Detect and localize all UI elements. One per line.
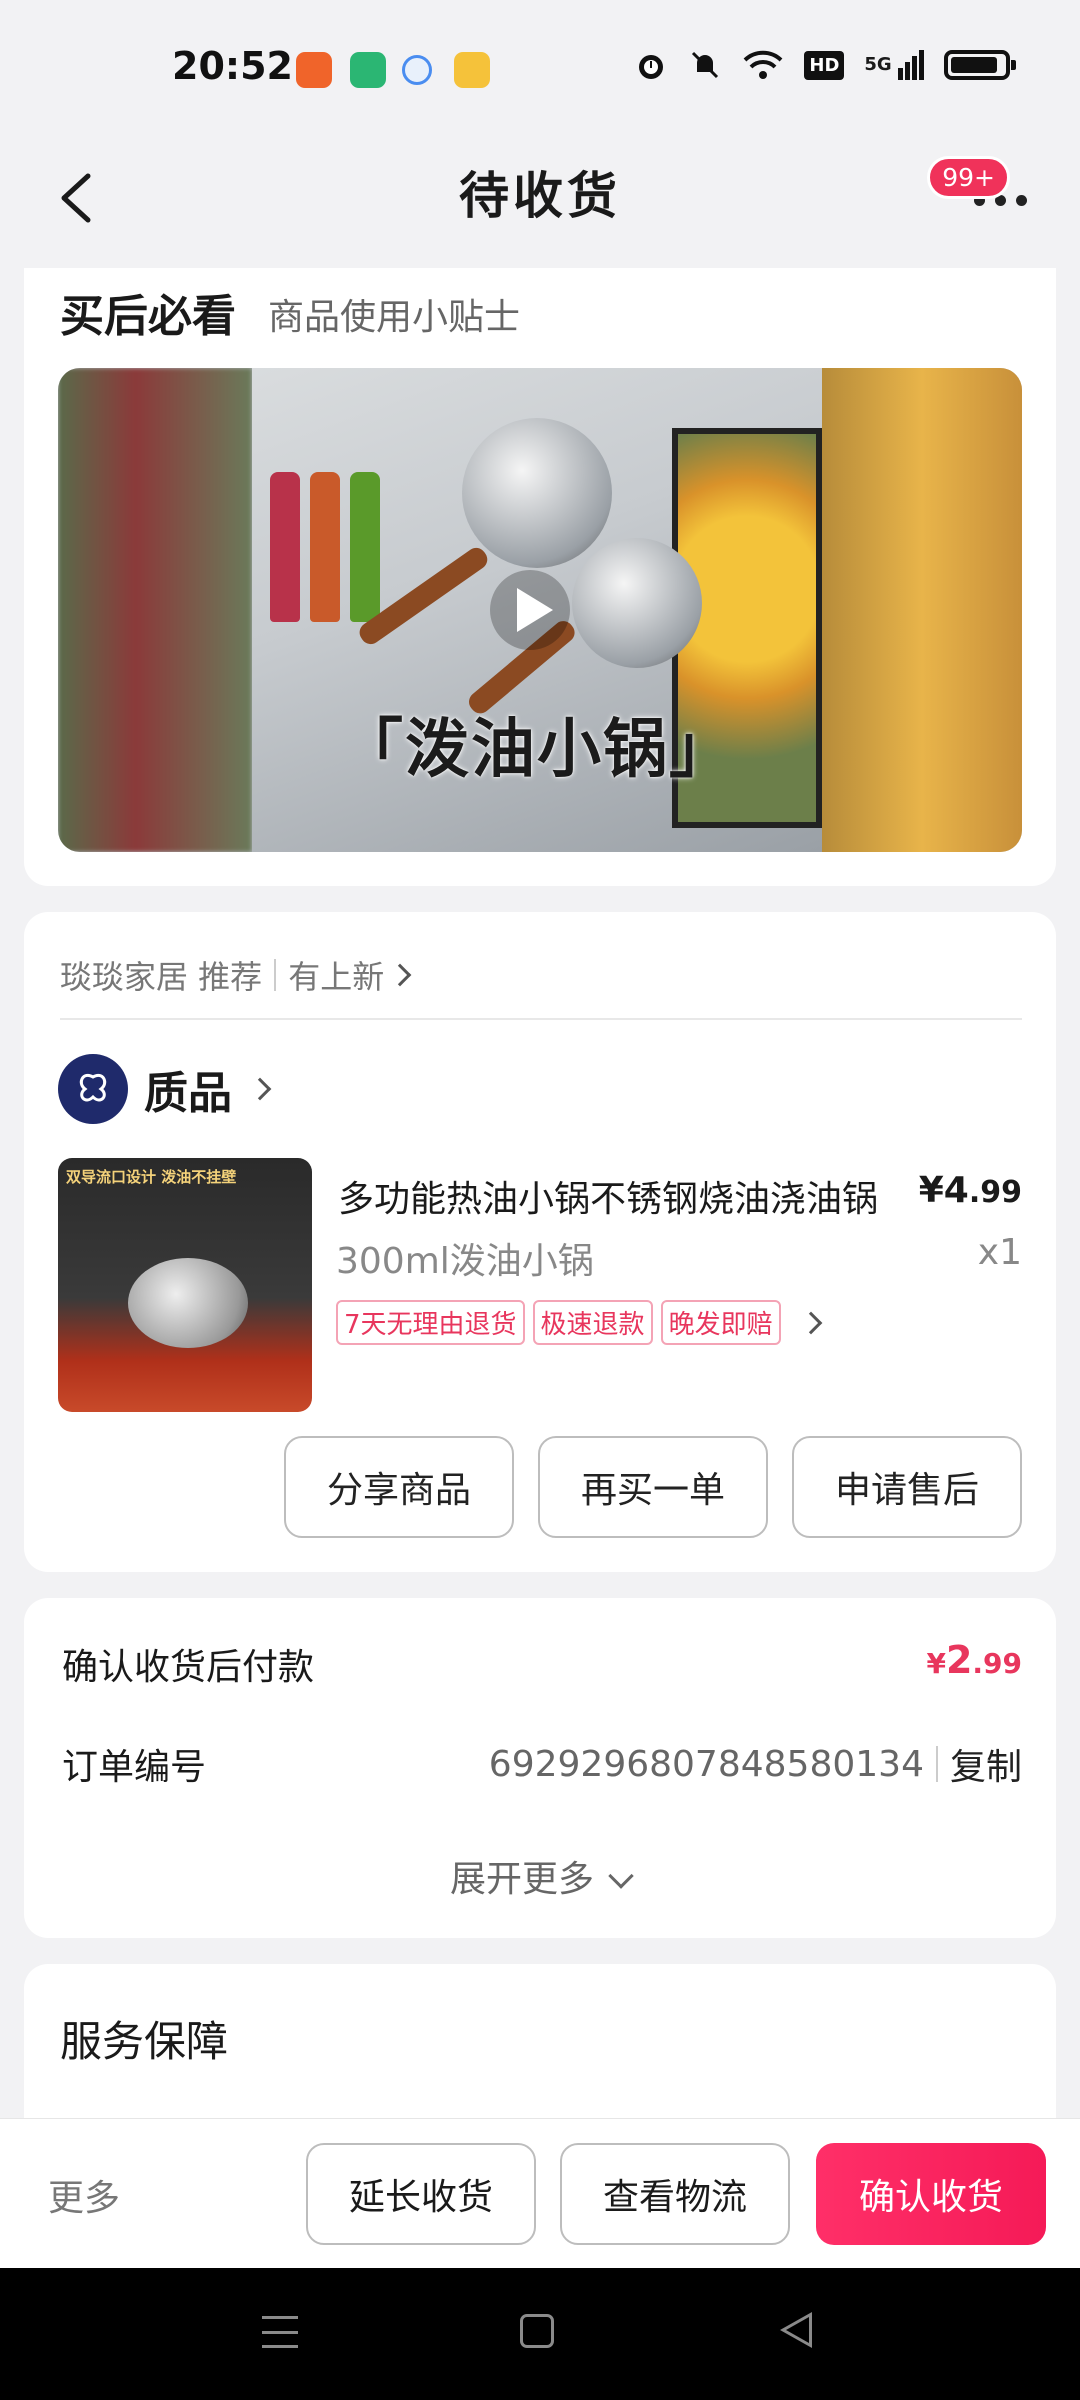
app-icon-orange: [296, 52, 332, 88]
app-icon-yellow: [454, 52, 490, 88]
signal-bars-icon: [898, 50, 924, 80]
divider: [60, 1018, 1022, 1020]
expand-more-button[interactable]: 展开更多: [24, 1850, 1056, 1902]
order-number: 6929296807848580134: [488, 1743, 924, 1785]
payment-amount: ¥2.99: [926, 1638, 1022, 1682]
tips-title: 买后必看: [60, 291, 236, 342]
product-price: ¥4.99: [919, 1170, 1022, 1211]
pot-image: [462, 418, 612, 568]
shop-name: 琰琰家居 推荐: [60, 958, 263, 996]
battery-icon: [944, 50, 1016, 80]
app-icon-search: [402, 55, 432, 85]
view-logistics-button[interactable]: 查看物流: [560, 2143, 790, 2245]
menu-line: [262, 2330, 298, 2334]
chevron-right-icon: [799, 1311, 822, 1334]
top-navigation: 待收货 99+: [0, 130, 1080, 260]
new-arrivals-link[interactable]: 有上新: [288, 952, 384, 998]
order-number-label: 订单编号: [62, 1747, 207, 1788]
tips-subtitle: 商品使用小贴士: [268, 297, 521, 338]
more-options-button[interactable]: 99+: [927, 156, 1040, 230]
more-link[interactable]: 更多: [48, 2169, 120, 2221]
product-card: 琰琰家居 推荐 有上新 质品 双导流口设计 泼油不挂壁 多功能热油小锅不锈钢烧油…: [24, 912, 1056, 1572]
status-icons: HD 5G: [634, 48, 1016, 82]
menu-line: [262, 2345, 298, 2348]
amount-integer: 2: [945, 1638, 973, 1682]
product-name[interactable]: 多功能热油小锅不锈钢烧油浇油锅: [338, 1170, 898, 1222]
wifi-icon: [744, 50, 783, 79]
amount-symbol: ¥: [926, 1647, 946, 1680]
brand-name: 质品: [144, 1068, 232, 1119]
order-number-row: 6929296807848580134 复制: [489, 1738, 1022, 1790]
payment-card: 确认收货后付款 ¥2.99 订单编号 6929296807848580134 复…: [24, 1598, 1056, 1938]
price-integer: 4: [943, 1170, 969, 1211]
extend-receipt-button[interactable]: 延长收货: [306, 2143, 536, 2245]
message-badge: 99+: [927, 156, 1010, 199]
hd-indicator: HD: [804, 50, 845, 80]
confirm-receipt-button[interactable]: 确认收货: [816, 2143, 1046, 2245]
status-bar: 20:52 HD 5G: [0, 0, 1080, 130]
divider: [935, 1746, 938, 1782]
share-product-button[interactable]: 分享商品: [284, 1436, 514, 1538]
price-symbol: ¥: [918, 1170, 944, 1211]
signal-label: 5G: [864, 54, 892, 75]
oil-bottle: [350, 472, 380, 622]
chevron-right-icon: [248, 1077, 272, 1101]
brand-logo-icon: [79, 1074, 107, 1102]
pot-image: [572, 538, 702, 668]
play-icon[interactable]: [490, 570, 570, 650]
system-navigation-bar: [0, 2268, 1080, 2400]
home-icon[interactable]: [520, 2314, 554, 2348]
video-blur-left: [58, 368, 252, 852]
menu-icon[interactable]: [262, 2316, 298, 2348]
mute-icon: [692, 51, 719, 79]
back-triangle-icon[interactable]: [780, 2312, 812, 2348]
usage-tips-card: 买后必看 商品使用小贴士 「泼油小锅」: [24, 268, 1056, 886]
buy-again-button[interactable]: 再买一单: [538, 1436, 768, 1538]
alarm-icon: [639, 55, 664, 79]
tag-refund: 极速退款: [532, 1300, 653, 1345]
video-caption: 「泼油小锅」: [339, 713, 735, 787]
payment-label: 确认收货后付款: [62, 1647, 315, 1688]
divider: [274, 959, 277, 991]
after-sales-button[interactable]: 申请售后: [792, 1436, 1022, 1538]
tag-late-compensation: 晚发即赔: [660, 1300, 781, 1345]
status-time: 20:52: [172, 44, 293, 88]
page-title: 待收货: [459, 167, 621, 225]
copy-button[interactable]: 复制: [950, 1738, 1022, 1790]
product-actions: 分享商品 再买一单 申请售后: [284, 1436, 1022, 1538]
oil-bottle: [270, 472, 300, 622]
shop-recommend-row[interactable]: 琰琰家居 推荐 有上新: [60, 952, 412, 998]
brand-row[interactable]: 质品: [58, 1054, 272, 1124]
menu-line: [262, 2316, 298, 2319]
app-icon-green: [350, 52, 386, 88]
product-image-text: 双导流口设计 泼油不挂壁: [66, 1168, 237, 1186]
tag-return: 7天无理由退货: [336, 1300, 525, 1345]
product-quantity: x1: [977, 1232, 1022, 1273]
tips-video[interactable]: 「泼油小锅」: [58, 368, 1022, 852]
product-spec: 300ml泼油小锅: [336, 1241, 594, 1282]
oil-bottle: [310, 472, 340, 622]
service-tags[interactable]: 7天无理由退货 极速退款 晚发即赔: [336, 1300, 822, 1345]
video-blur-right: [822, 368, 1022, 852]
product-image[interactable]: 双导流口设计 泼油不挂壁: [58, 1158, 312, 1412]
brand-logo: [58, 1054, 128, 1124]
dot-icon: [1015, 194, 1027, 206]
pot-image: [128, 1258, 248, 1348]
amount-decimal: .99: [972, 1647, 1022, 1680]
signal-5g-indicator: 5G: [864, 50, 924, 80]
bottom-action-bar: 更多 延长收货 查看物流 确认收货: [0, 2118, 1080, 2268]
price-decimal: .99: [968, 1175, 1022, 1210]
expand-label: 展开更多: [449, 1859, 594, 1900]
chevron-down-icon: [608, 1863, 634, 1889]
chevron-right-icon: [388, 963, 412, 987]
service-title: 服务保障: [60, 2017, 229, 2066]
